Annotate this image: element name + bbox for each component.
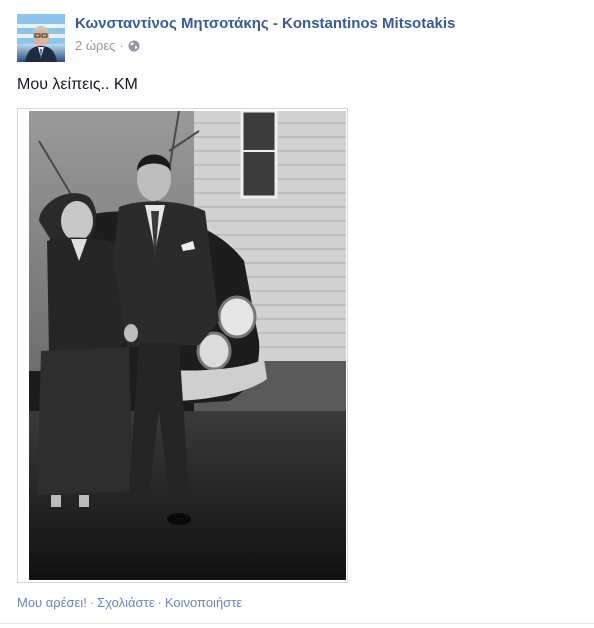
action-separator: ·	[157, 595, 162, 610]
post-message: Μου λείπεις.. ΚΜ	[17, 76, 138, 93]
like-link[interactable]: Μου αρέσει!	[17, 595, 87, 610]
globe-icon[interactable]	[128, 40, 140, 52]
author-avatar[interactable]	[17, 14, 65, 62]
post-divider	[0, 623, 594, 624]
comment-link[interactable]: Σχολιάστε	[97, 595, 154, 610]
post-timestamp[interactable]: 2 ώρες	[75, 38, 115, 53]
post-meta: 2 ώρες ·	[75, 38, 140, 53]
author-name-link[interactable]: Κωνσταντίνος Μητσοτάκης - Konstantinos M…	[75, 15, 455, 32]
share-link[interactable]: Κοινοποιήστε	[165, 595, 242, 610]
black-and-white-photo	[29, 111, 346, 580]
meta-separator: ·	[119, 38, 124, 53]
feed-post: Κωνσταντίνος Μητσοτάκης - Konstantinos M…	[0, 0, 594, 628]
action-separator: ·	[89, 595, 95, 610]
post-photo[interactable]	[17, 108, 348, 583]
post-actions: Μου αρέσει! · Σχολιάστε · Κοινοποιήστε	[17, 595, 242, 610]
